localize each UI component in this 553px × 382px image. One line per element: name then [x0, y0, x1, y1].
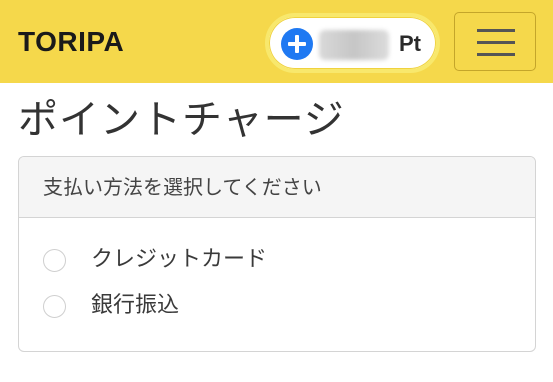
credit-card-radio[interactable] — [43, 249, 66, 272]
points-balance-value — [319, 30, 389, 60]
hamburger-menu-icon — [477, 29, 515, 56]
plus-icon — [288, 35, 306, 53]
payment-method-card-header: 支払い方法を選択してください — [19, 157, 535, 218]
add-points-button[interactable] — [281, 28, 313, 60]
points-unit-label: Pt — [399, 31, 421, 56]
page-title: ポイントチャージ — [18, 97, 345, 143]
payment-option-bank-transfer[interactable]: 銀行振込 — [43, 289, 443, 323]
bank-transfer-radio[interactable] — [43, 295, 66, 318]
payment-option-label: クレジットカード — [91, 247, 268, 272]
menu-button[interactable] — [454, 12, 536, 71]
payment-option-label: 銀行振込 — [91, 293, 180, 318]
app-header: TORIPA Pt — [0, 0, 553, 83]
brand-logo[interactable]: TORIPA — [18, 22, 124, 62]
payment-method-card: 支払い方法を選択してください クレジットカード 銀行振込 — [18, 156, 536, 352]
payment-option-credit-card[interactable]: クレジットカード — [43, 243, 443, 277]
points-balance-pill[interactable]: Pt — [265, 13, 440, 73]
